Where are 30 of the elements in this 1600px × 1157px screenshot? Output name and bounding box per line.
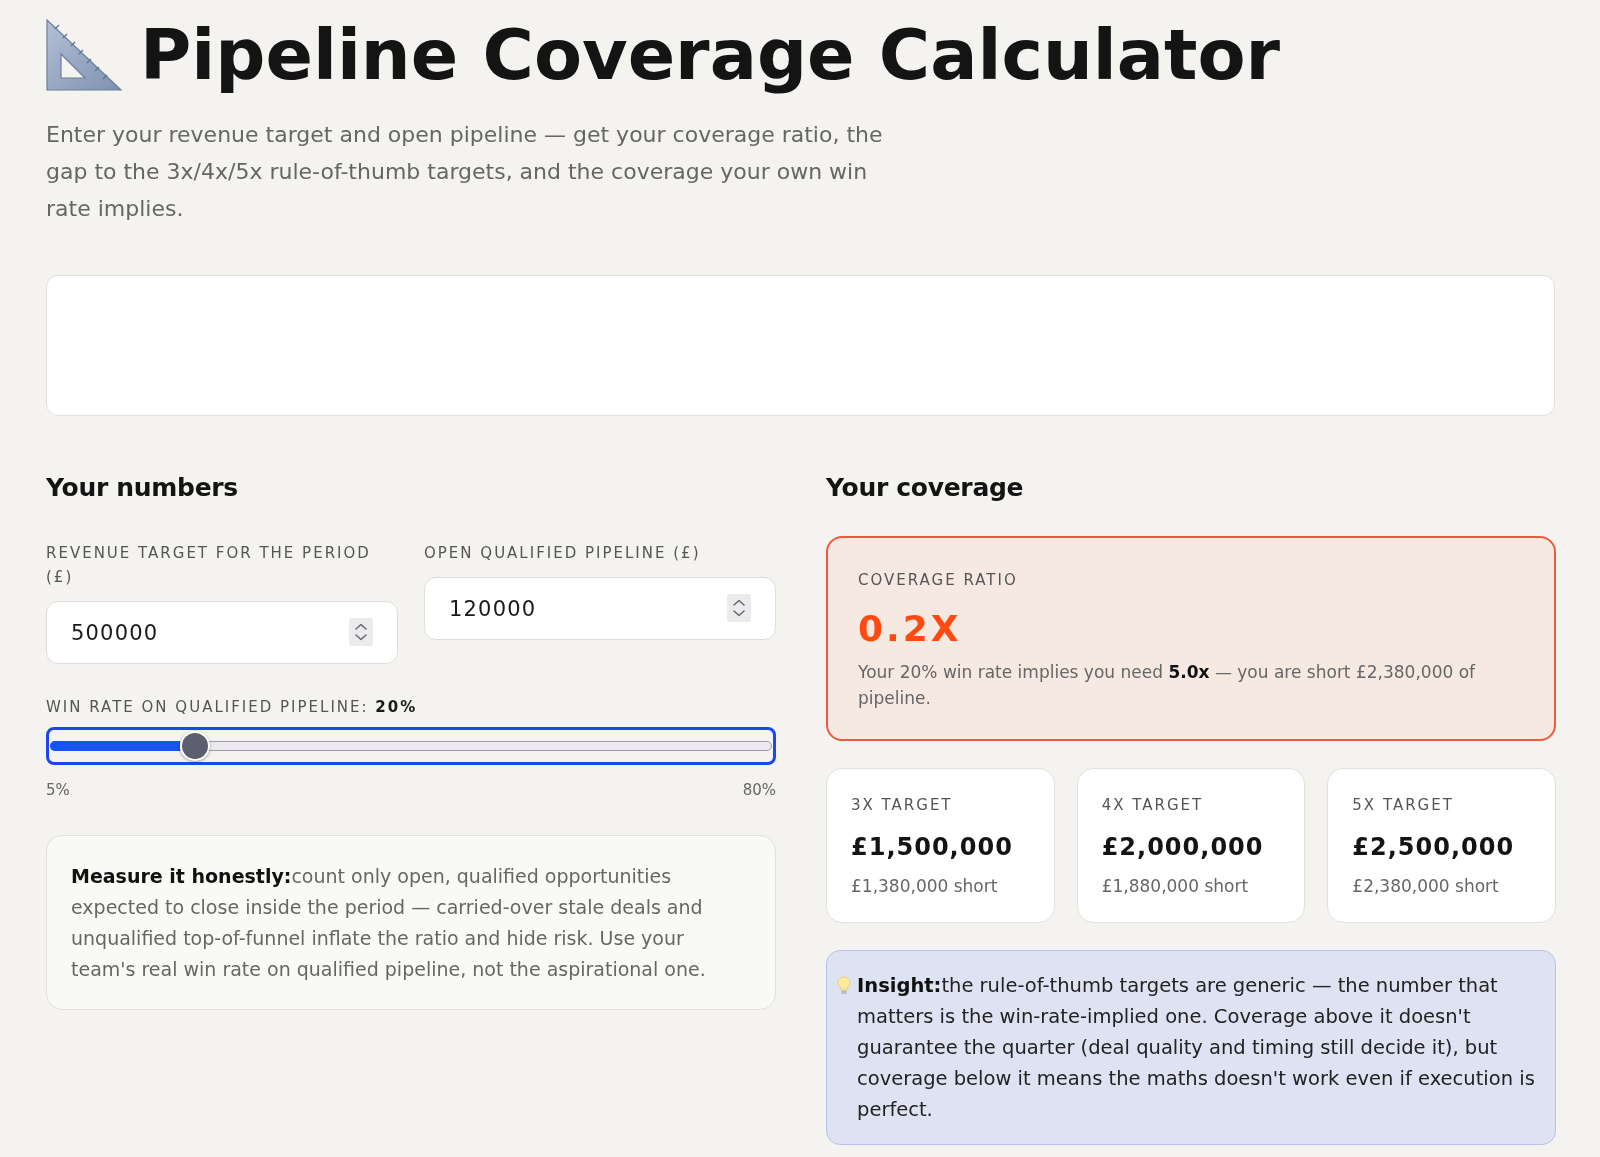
- card-label: 4X TARGET: [1101, 795, 1205, 816]
- page-description: Enter your revenue target and open pipeline — get your coverage ratio, the gap to the 3x/4x/5x rule-of-thumb targets, and the coverage your own win rate implies.: [46, 121, 884, 223]
- target-value: £2,000,000: [1101, 832, 1265, 863]
- win-rate-slider[interactable]: [46, 727, 776, 765]
- field-label: REVENUE TARGET FOR THE PERIOD (£): [46, 543, 372, 588]
- spinner-icon[interactable]: [727, 594, 751, 622]
- target-gap: £1,880,000 short: [1101, 875, 1250, 898]
- card-label: 5X TARGET: [1352, 795, 1455, 816]
- coverage-ratio-value: 0.2X: [858, 607, 963, 651]
- field-label: OPEN QUALIFIED PIPELINE (£): [424, 543, 702, 564]
- slider-max-label: 80%: [742, 780, 776, 801]
- section-heading: Your numbers: [46, 472, 239, 504]
- coverage-summary: Your 20% win rate implies you need 5.0x — you are short £2,380,000 of pipeline.: [858, 661, 1477, 710]
- target-gap: £2,380,000 short: [1352, 875, 1500, 898]
- target-value: £2,500,000: [1352, 832, 1516, 863]
- spinner-icon[interactable]: [349, 618, 373, 646]
- card-label: 3X TARGET: [851, 795, 954, 816]
- card-label: COVERAGE RATIO: [858, 570, 1019, 591]
- section-heading: Your coverage: [826, 472, 1025, 504]
- page-title: Pipeline Coverage Calculator: [140, 13, 1281, 97]
- slider-label: WIN RATE ON QUALIFIED PIPELINE: 20%: [46, 697, 419, 718]
- slider-min-label: 5%: [46, 780, 70, 801]
- slider-thumb[interactable]: [180, 731, 210, 761]
- note-text: Measure it honestly:count only open, qualified opportunities expected to close inside the period — carried-over stale deals and unqualified top-of-funnel inflate the ratio and hide risk. Use your team's real win rate on qualified pipeline, not the aspirational one.: [71, 864, 707, 982]
- light-bulb-icon: [837, 976, 851, 996]
- target-value: £1,500,000: [851, 832, 1014, 863]
- number-input[interactable]: 120000: [424, 577, 776, 640]
- number-input[interactable]: 500000: [46, 601, 398, 664]
- target-gap: £1,380,000 short: [851, 875, 999, 898]
- insight-text: Insight:the rule-of-thumb targets are generic — the number that matters is the win-rate-implied one. Coverage above it doesn't guarantee the quarter (deal quality and timing still decide it), but coverage below it means the maths doesn't work even if execution is perfect.: [857, 973, 1536, 1123]
